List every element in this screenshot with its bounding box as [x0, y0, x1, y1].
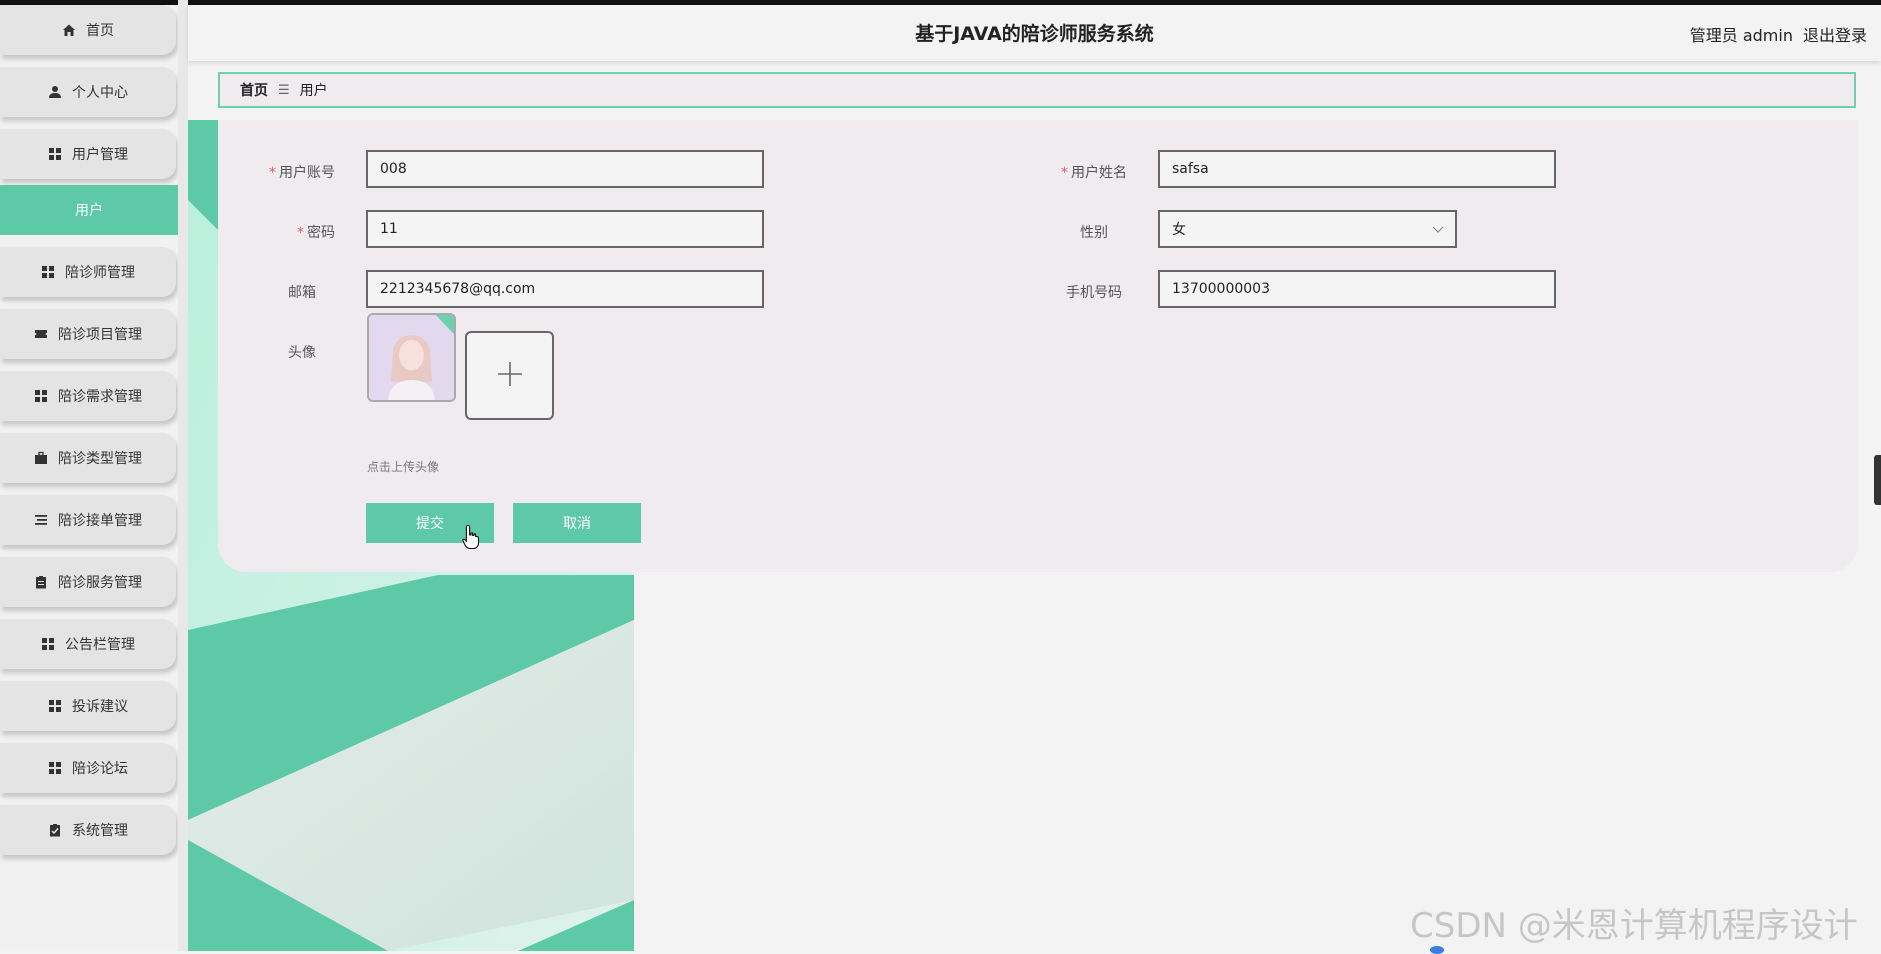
user-icon — [48, 85, 62, 99]
clipboard-check-icon — [48, 823, 62, 837]
sidebar-item-system-management[interactable]: 系统管理 — [0, 805, 176, 855]
list-icon — [34, 513, 48, 527]
avatar-image[interactable] — [367, 313, 456, 402]
breadcrumb-separator-icon: ☰ — [278, 82, 290, 98]
sidebar-item-order-management[interactable]: 陪诊接单管理 — [0, 495, 176, 545]
plus-icon — [495, 359, 525, 393]
sidebar-item-label: 用户管理 — [72, 147, 128, 163]
name-label-text: 用户姓名 — [1071, 165, 1127, 181]
account-input[interactable]: 008 — [366, 150, 764, 188]
page-title: 基于JAVA的陪诊师服务系统 — [915, 23, 1154, 45]
phone-label: 手机号码 — [1066, 285, 1122, 301]
sidebar: 首页 个人中心 用户管理 用户 陪诊师管理 陪诊项目管理 陪诊需求管理 陪诊类型… — [0, 5, 178, 951]
password-value: 11 — [380, 221, 398, 237]
avatar-label: 头像 — [288, 345, 316, 361]
email-value: 2212345678@qq.com — [380, 281, 536, 297]
avatar-upload-button[interactable] — [465, 331, 554, 420]
gender-select[interactable]: 女 — [1158, 210, 1457, 248]
cancel-button[interactable]: 取消 — [513, 503, 641, 543]
scrollbar-handle[interactable] — [1874, 455, 1881, 505]
home-icon — [62, 23, 76, 37]
hand-cursor-icon — [462, 524, 480, 550]
user-role-label: 管理员 admin — [1689, 26, 1793, 45]
email-label: 邮箱 — [288, 285, 316, 301]
sidebar-item-label: 陪诊服务管理 — [58, 575, 142, 591]
grid-icon — [48, 761, 62, 775]
sidebar-item-label: 陪诊类型管理 — [58, 451, 142, 467]
password-input[interactable]: 11 — [366, 210, 764, 248]
password-label: * 密码 — [215, 222, 335, 242]
name-value: safsa — [1172, 161, 1209, 177]
ticket-icon — [34, 327, 48, 341]
clipboard-icon — [34, 575, 48, 589]
sidebar-divider — [178, 0, 188, 951]
sidebar-item-type-management[interactable]: 陪诊类型管理 — [0, 433, 176, 483]
sidebar-item-label: 公告栏管理 — [65, 637, 135, 653]
sidebar-item-escort-management[interactable]: 陪诊师管理 — [0, 247, 176, 297]
breadcrumb: 首页 ☰ 用户 — [218, 72, 1856, 108]
grid-icon — [48, 699, 62, 713]
gender-value: 女 — [1172, 222, 1186, 238]
sidebar-item-forum[interactable]: 陪诊论坛 — [0, 743, 176, 793]
breadcrumb-home[interactable]: 首页 — [240, 80, 268, 100]
header: 基于JAVA的陪诊师服务系统 管理员 admin 退出登录 — [188, 5, 1881, 61]
grid-icon — [41, 637, 55, 651]
sidebar-item-label: 陪诊接单管理 — [58, 513, 142, 529]
phone-input[interactable]: 13700000003 — [1158, 270, 1556, 308]
name-label: * 用户姓名 — [1007, 162, 1127, 182]
sidebar-item-profile[interactable]: 个人中心 — [0, 67, 176, 117]
sidebar-item-complaints[interactable]: 投诉建议 — [0, 681, 176, 731]
status-dot — [1430, 946, 1444, 954]
password-label-text: 密码 — [307, 225, 335, 241]
grid-icon — [48, 147, 62, 161]
required-mark: * — [269, 165, 276, 181]
email-input[interactable]: 2212345678@qq.com — [366, 270, 764, 308]
phone-value: 13700000003 — [1172, 281, 1270, 297]
sidebar-item-label: 系统管理 — [72, 823, 128, 839]
sidebar-item-service-management[interactable]: 陪诊服务管理 — [0, 557, 176, 607]
sidebar-item-project-management[interactable]: 陪诊项目管理 — [0, 309, 176, 359]
gender-label: 性别 — [1080, 225, 1108, 241]
account-label-text: 用户账号 — [279, 165, 335, 181]
upload-tip: 点击上传头像 — [367, 460, 440, 474]
sidebar-subitem-label: 用户 — [75, 203, 103, 219]
logout-link[interactable]: 退出登录 — [1803, 22, 1867, 46]
breadcrumb-current: 用户 — [299, 83, 328, 99]
account-value: 008 — [380, 161, 407, 177]
name-input[interactable]: safsa — [1158, 150, 1556, 188]
grid-icon — [34, 389, 48, 403]
sidebar-item-label: 陪诊论坛 — [72, 761, 128, 777]
required-mark: * — [1061, 165, 1068, 181]
briefcase-icon — [34, 451, 48, 465]
chevron-down-icon — [1431, 222, 1445, 236]
sidebar-item-label: 个人中心 — [72, 85, 128, 101]
header-user-area: 管理员 admin 退出登录 — [1690, 22, 1867, 46]
required-mark: * — [297, 225, 304, 241]
sidebar-item-demand-management[interactable]: 陪诊需求管理 — [0, 371, 176, 421]
sidebar-item-home[interactable]: 首页 — [0, 5, 176, 55]
sidebar-subitem-user[interactable]: 用户 — [0, 185, 178, 235]
sidebar-item-label: 陪诊需求管理 — [58, 389, 142, 405]
sidebar-item-label: 投诉建议 — [72, 699, 128, 715]
watermark: CSDN @米恩计算机程序设计 — [1410, 906, 1858, 946]
sidebar-item-user-management[interactable]: 用户管理 — [0, 129, 176, 179]
sidebar-item-label: 陪诊师管理 — [65, 265, 135, 281]
sidebar-item-label: 首页 — [86, 23, 114, 39]
grid-icon — [41, 265, 55, 279]
sidebar-item-notice-management[interactable]: 公告栏管理 — [0, 619, 176, 669]
account-label: * 用户账号 — [215, 162, 335, 182]
sidebar-item-label: 陪诊项目管理 — [58, 327, 142, 343]
